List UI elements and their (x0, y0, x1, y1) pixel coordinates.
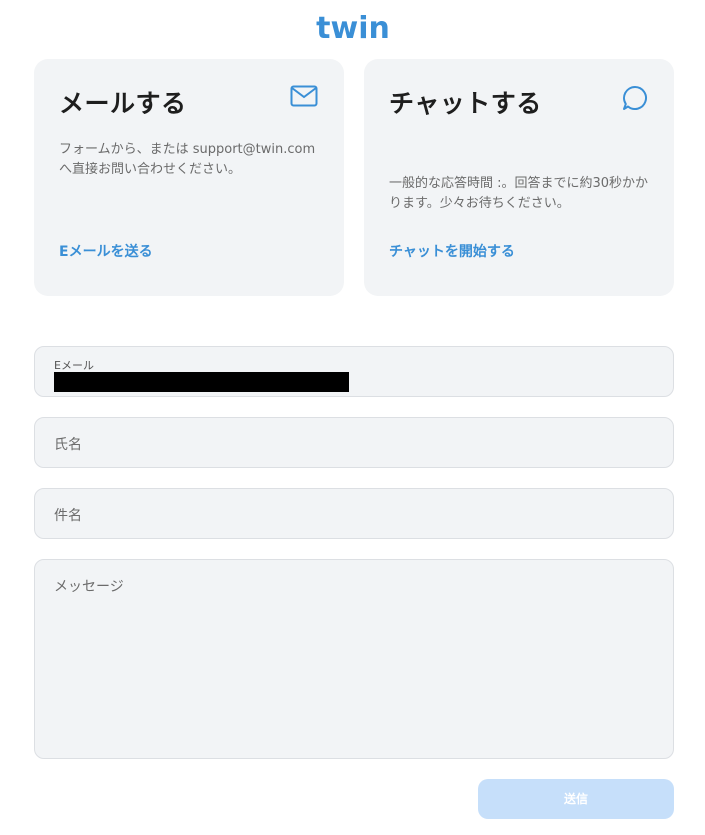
email-card-description: フォームから、または support@twin.comへ直接お問い合わせください… (59, 142, 316, 177)
email-card: メールする フォームから、または support@twin.comへ直接お問い合… (34, 59, 344, 296)
logo-mark: twin (316, 12, 390, 44)
start-chat-link[interactable]: チャットを開始する (389, 241, 515, 261)
submit-button[interactable]: 送信 (478, 779, 674, 819)
chat-card: チャットする 一般的な応答時間 :。回答までに約30秒かかります。少々お待ちくだ… (364, 59, 674, 296)
send-email-link[interactable]: Eメールを送る (59, 241, 153, 261)
chat-card-title: チャットする (389, 89, 542, 118)
svg-text:twin: twin (316, 12, 390, 44)
mail-icon (290, 85, 318, 111)
subject-field-placeholder: 件名 (54, 508, 82, 524)
chat-bubble-icon (622, 85, 648, 115)
email-field-label: Eメール (54, 359, 94, 372)
email-field[interactable]: Eメール (34, 346, 674, 397)
chat-card-description: 一般的な応答時間 :。回答までに約30秒かかります。少々お待ちください。 (389, 176, 649, 211)
message-placeholder: メッセージ (54, 579, 124, 595)
email-field-value-redacted (54, 372, 349, 392)
name-field-placeholder: 氏名 (54, 437, 82, 453)
email-card-title: メールする (59, 89, 187, 118)
name-field[interactable]: 氏名 (34, 417, 674, 468)
subject-field[interactable]: 件名 (34, 488, 674, 539)
message-textarea[interactable]: メッセージ (34, 559, 674, 759)
twin-logo: twin (0, 12, 705, 48)
